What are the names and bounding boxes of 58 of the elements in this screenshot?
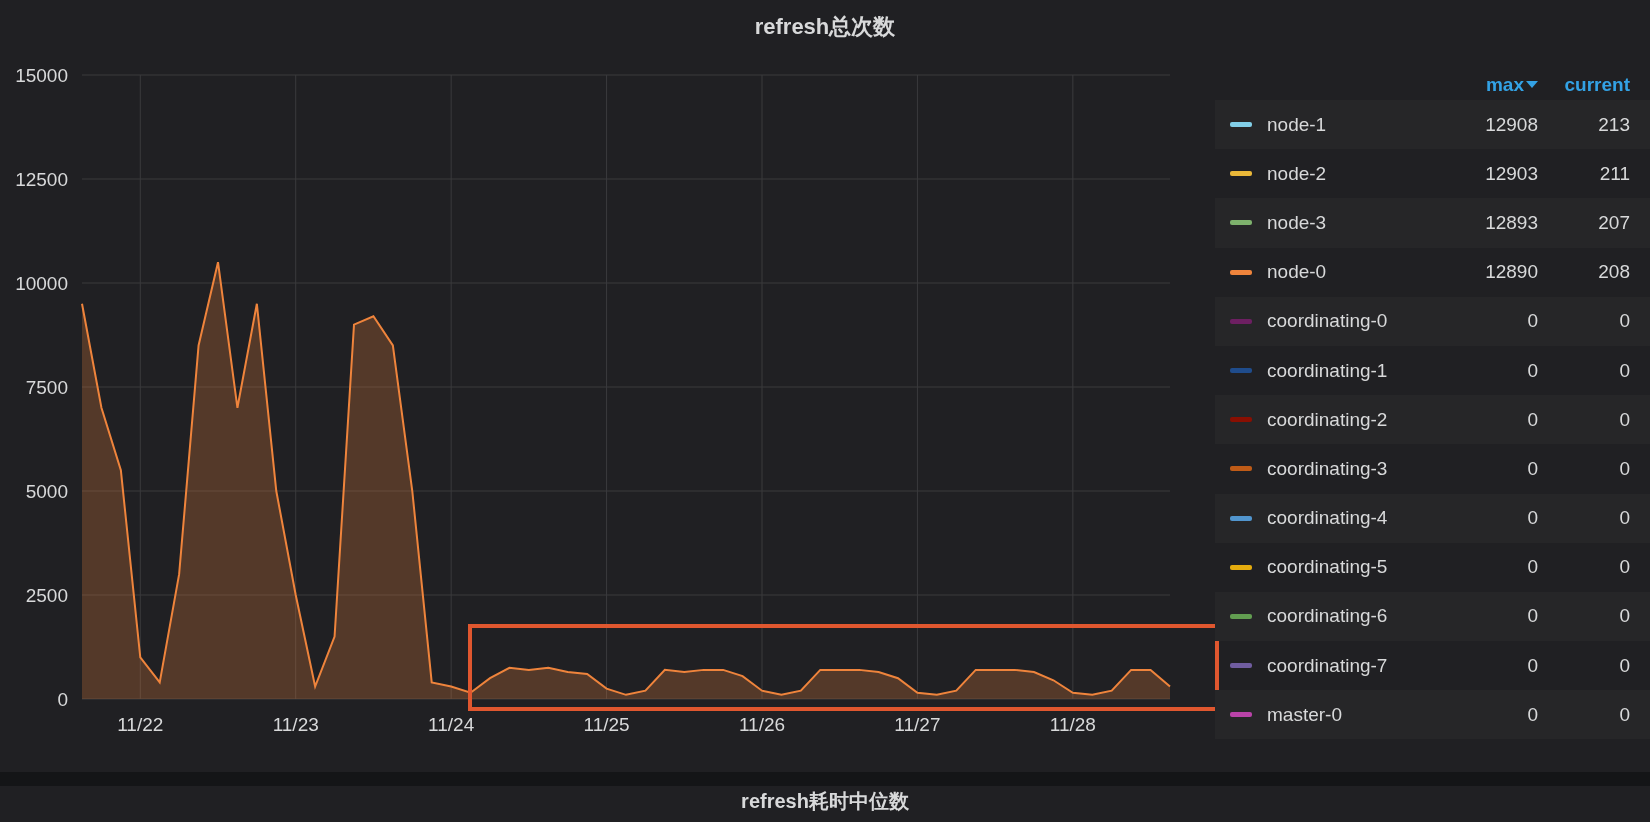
x-axis-label: 11/26 xyxy=(738,714,786,735)
series-name[interactable]: coordinating-5 xyxy=(1267,556,1446,579)
max-value: 0 xyxy=(1527,703,1538,726)
y-axis-label: 5000 xyxy=(25,481,68,502)
max-value: 0 xyxy=(1527,654,1538,677)
current-value: 0 xyxy=(1619,654,1630,677)
current-value: 0 xyxy=(1619,507,1630,530)
legend-column-header[interactable]: current xyxy=(1564,74,1630,96)
series-name[interactable]: coordinating-2 xyxy=(1267,408,1446,431)
y-axis-label: 10000 xyxy=(15,273,68,294)
x-axis-label: 11/27 xyxy=(894,714,941,735)
current-value: 0 xyxy=(1619,310,1630,333)
series-name[interactable]: coordinating-4 xyxy=(1267,507,1446,530)
current-value: 0 xyxy=(1619,457,1630,480)
current-value: 213 xyxy=(1598,113,1630,136)
max-value: 0 xyxy=(1527,457,1538,480)
max-value: 0 xyxy=(1527,605,1538,628)
y-axis-label: 12500 xyxy=(15,169,68,190)
series-name[interactable]: master-0 xyxy=(1267,703,1446,726)
panel-title: refresh耗时中位数 xyxy=(741,789,909,814)
current-value: 211 xyxy=(1599,162,1630,185)
y-axis-label: 15000 xyxy=(15,65,68,86)
panel-title: refresh总次数 xyxy=(753,13,897,41)
series-name[interactable]: coordinating-6 xyxy=(1267,605,1446,628)
series-name[interactable]: coordinating-1 xyxy=(1267,359,1446,382)
x-axis-label: 11/25 xyxy=(583,714,630,735)
max-value: 12890 xyxy=(1485,261,1538,284)
current-value: 0 xyxy=(1619,703,1630,726)
max-value: 12903 xyxy=(1485,162,1538,185)
series-name[interactable]: node-0 xyxy=(1267,261,1446,284)
x-axis-label: 11/22 xyxy=(117,714,164,735)
current-value: 207 xyxy=(1598,211,1630,234)
x-axis-label: 11/23 xyxy=(272,714,319,735)
series-name[interactable]: coordinating-0 xyxy=(1267,310,1446,333)
max-value: 0 xyxy=(1527,310,1538,333)
current-value: 0 xyxy=(1619,359,1630,382)
y-axis-label: 7500 xyxy=(25,377,68,398)
series-name[interactable]: node-3 xyxy=(1267,211,1446,234)
y-axis-label: 2500 xyxy=(25,585,68,606)
current-value: 208 xyxy=(1598,261,1630,284)
current-value: 0 xyxy=(1619,408,1630,431)
max-value: 0 xyxy=(1527,359,1538,382)
max-value: 12908 xyxy=(1485,113,1538,136)
current-value: 0 xyxy=(1619,556,1630,579)
series-name[interactable]: node-2 xyxy=(1267,162,1446,185)
max-value: 12893 xyxy=(1485,211,1538,234)
y-axis-label: 0 xyxy=(57,689,68,710)
legend-column-header[interactable]: max xyxy=(1485,74,1538,96)
sort-caret-icon xyxy=(1526,81,1538,89)
max-value: 0 xyxy=(1527,507,1538,530)
x-axis-label: 11/28 xyxy=(1049,714,1096,735)
series-name[interactable]: coordinating-3 xyxy=(1267,457,1446,480)
series-name[interactable]: coordinating-7 xyxy=(1267,654,1446,677)
x-axis-label: 11/24 xyxy=(428,714,475,735)
series-name[interactable]: node-1 xyxy=(1267,113,1446,136)
max-value: 0 xyxy=(1527,408,1538,431)
max-value: 0 xyxy=(1527,556,1538,579)
current-value: 0 xyxy=(1619,605,1630,628)
